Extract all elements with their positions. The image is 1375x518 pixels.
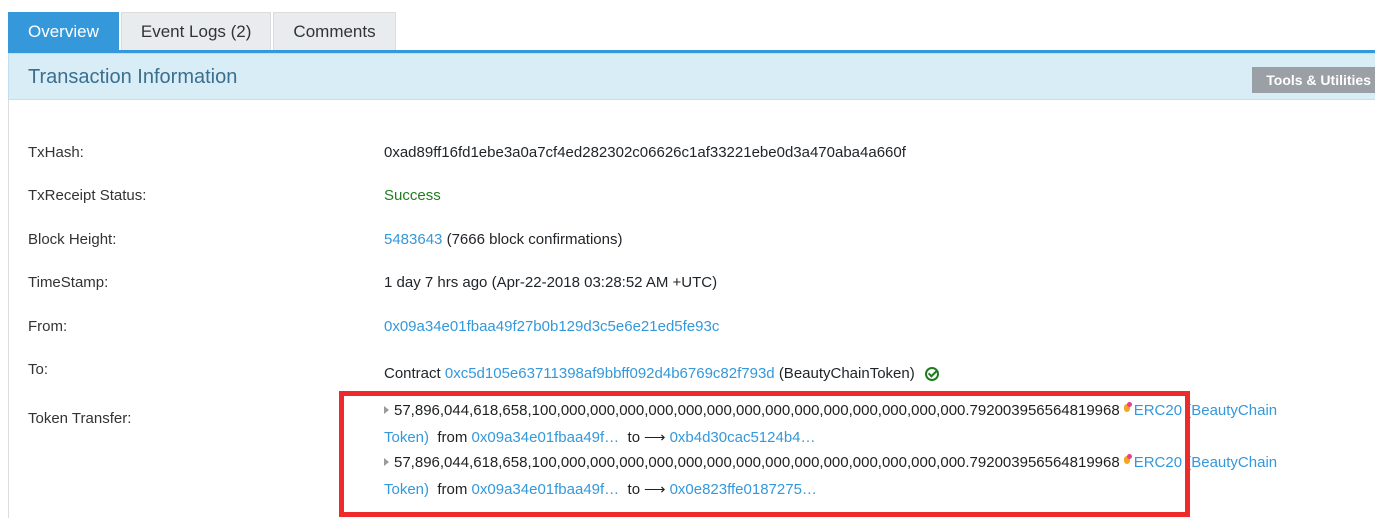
transfer-2-from-link[interactable]: 0x09a34e01fbaa49f… <box>472 481 620 498</box>
status-value: Success <box>384 187 441 204</box>
transfer-1-amount: 57,896,044,618,658,100,000,000,000,000,0… <box>394 402 1120 419</box>
to-value: Contract 0xc5d105e63711398af9bbff092d4b6… <box>384 365 939 382</box>
token-transfer-label: Token Transfer: <box>28 410 132 427</box>
transfer-2-from-label: from <box>437 481 468 498</box>
tab-comments[interactable]: Comments <box>273 12 396 50</box>
timestamp-label: TimeStamp: <box>28 274 109 291</box>
tab-event-logs[interactable]: Event Logs (2) <box>120 12 272 50</box>
arrow-right-icon: ⟶ <box>644 481 666 498</box>
to-label: To: <box>28 361 49 378</box>
transfer-2-token-link-cont[interactable]: Token) <box>384 481 429 498</box>
transfer-1-token-link-cont[interactable]: Token) <box>384 429 429 446</box>
transfer-1-to-label: to <box>627 429 641 446</box>
from-address-link[interactable]: 0x09a34e01fbaa49f27b0b129d3c5e6e21ed5fe9… <box>384 318 719 335</box>
transfer-1-token-link[interactable]: ERC20 (BeautyChain <box>1134 402 1277 419</box>
token-icon <box>1123 454 1132 468</box>
transfer-2-amount: 57,896,044,618,658,100,000,000,000,000,0… <box>394 454 1120 471</box>
transfer-2-to-link[interactable]: 0x0e823ffe0187275… <box>670 481 817 498</box>
caret-right-icon[interactable] <box>384 458 389 466</box>
panel-header: Transaction Information Tools & Utilitie… <box>8 53 1375 100</box>
transfer-1-line-2: Token) from 0x09a34e01fbaa49f… to ⟶ 0xb4d3… <box>384 428 816 446</box>
block-confirmations: (7666 block confirmations) <box>446 231 623 248</box>
tab-overview[interactable]: Overview <box>8 12 119 50</box>
block-number-link[interactable]: 5483643 <box>384 231 442 248</box>
block-height-value: 5483643 (7666 block confirmations) <box>384 231 623 248</box>
txhash-label: TxHash: <box>28 144 84 161</box>
transaction-details: TxHash: 0xad89ff16fd1ebe3a0a7cf4ed282302… <box>8 100 1375 518</box>
to-contract-name: (BeautyChainToken) <box>778 365 915 382</box>
transfer-1-from-label: from <box>437 429 468 446</box>
to-contract-link[interactable]: 0xc5d105e63711398af9bbff092d4b6769c82f79… <box>445 365 775 382</box>
transfer-1-to-link[interactable]: 0xb4d30cac5124b4… <box>670 429 816 446</box>
caret-right-icon[interactable] <box>384 406 389 414</box>
txhash-value: 0xad89ff16fd1ebe3a0a7cf4ed282302c06626c1… <box>384 144 906 161</box>
transfer-2-to-label: to <box>627 481 641 498</box>
from-value: 0x09a34e01fbaa49f27b0b129d3c5e6e21ed5fe9… <box>384 318 719 335</box>
status-label: TxReceipt Status: <box>28 187 147 204</box>
page-title: Transaction Information <box>28 66 238 88</box>
to-prefix: Contract <box>384 365 441 382</box>
transfer-1-from-link[interactable]: 0x09a34e01fbaa49f… <box>472 429 620 446</box>
tab-bar: Overview Event Logs (2) Comments <box>8 12 398 50</box>
transfer-1-line-1: 57,896,044,618,658,100,000,000,000,000,0… <box>384 402 1277 419</box>
check-circle-icon <box>924 367 939 381</box>
transfer-2-line-1: 57,896,044,618,658,100,000,000,000,000,0… <box>384 454 1277 471</box>
transfer-2-line-2: Token) from 0x09a34e01fbaa49f… to ⟶ 0x0e82… <box>384 480 817 498</box>
timestamp-value: 1 day 7 hrs ago (Apr-22-2018 03:28:52 AM… <box>384 274 718 291</box>
tools-utilities-button[interactable]: Tools & Utilities <box>1252 67 1375 93</box>
block-height-label: Block Height: <box>28 231 117 248</box>
token-icon <box>1123 402 1132 416</box>
from-label: From: <box>28 318 68 335</box>
transfer-2-token-link[interactable]: ERC20 (BeautyChain <box>1134 454 1277 471</box>
arrow-right-icon: ⟶ <box>644 429 666 446</box>
